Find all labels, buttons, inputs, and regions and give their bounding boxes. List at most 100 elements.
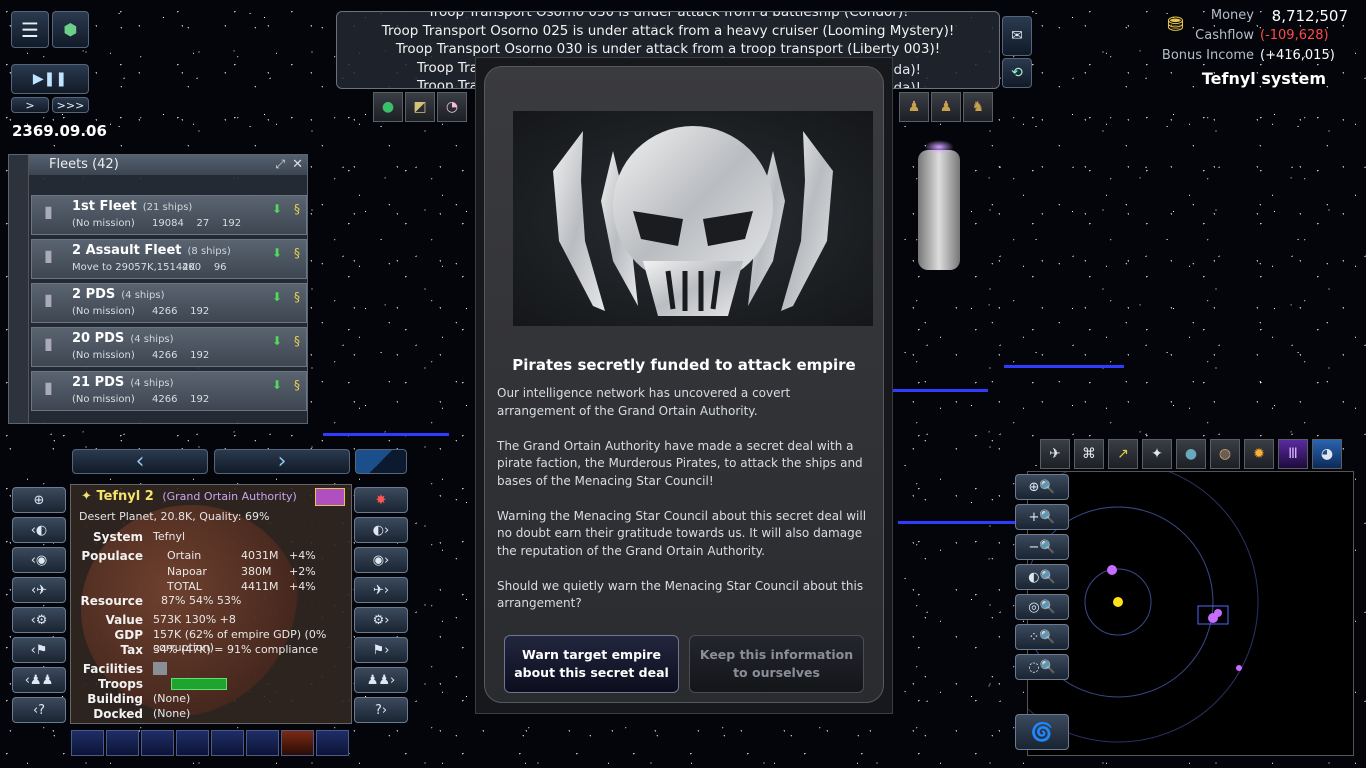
prev-planet-button[interactable]: ‹: [72, 449, 208, 474]
troop-icon[interactable]: ♞: [963, 92, 993, 122]
queue-slot[interactable]: [176, 730, 209, 756]
history-button[interactable]: ⟲: [1002, 58, 1032, 88]
zoom-region-button[interactable]: ⁘🔍: [1015, 624, 1069, 650]
message-icon: ✉: [1011, 28, 1023, 44]
stance-icon[interactable]: §: [294, 378, 300, 392]
select-lock-button[interactable]: ⊕: [12, 487, 66, 513]
fleet-filter-column[interactable]: [9, 155, 29, 423]
queue-slot[interactable]: [246, 730, 279, 756]
planet-info-panel[interactable]: ✦ Tefnyl 2 (Grand Ortain Authority) Dese…: [70, 484, 352, 724]
sector-zoom-icon: ◎🔍: [1028, 599, 1056, 615]
troops-view-button[interactable]: ‹♟♟: [12, 667, 66, 693]
zoom-target-button[interactable]: ✸: [354, 487, 408, 513]
fleet-row[interactable]: ▮ 20 PDS (4 ships) (No mission) 4266 192 …: [31, 327, 307, 367]
dialog-title: Pirates secretly funded to attack empire: [512, 356, 856, 374]
message-line[interactable]: Troop Transport Osorno 025 is under atta…: [337, 22, 999, 41]
arrow-icon[interactable]: ⬇: [272, 290, 282, 304]
pop-count: 380M: [241, 565, 272, 578]
arrow-icon[interactable]: ⬇: [272, 246, 282, 260]
eye-next-button[interactable]: ◉›: [354, 547, 408, 573]
ship-view-button[interactable]: ‹✈: [12, 577, 66, 603]
base-filter-icon[interactable]: ⌘: [1074, 439, 1104, 469]
stance-icon[interactable]: §: [294, 246, 300, 260]
queue-slot[interactable]: [141, 730, 174, 756]
troops-next-button[interactable]: ♟♟›: [354, 667, 408, 693]
zoom-out-button[interactable]: −🔍: [1015, 534, 1069, 560]
warn-empire-button[interactable]: Warn target empire about this secret dea…: [504, 635, 679, 693]
queue-slot[interactable]: [211, 730, 244, 756]
planet-icon[interactable]: ●: [373, 92, 403, 122]
planet-view-button[interactable]: ‹◐: [12, 517, 66, 543]
expand-icon[interactable]: ⤢: [275, 157, 285, 172]
arrow-icon[interactable]: ⬇: [272, 334, 282, 348]
galaxy-icon: 🌀: [1030, 721, 1054, 743]
arrow-icon[interactable]: ⬇: [272, 378, 282, 392]
star-filter-icon[interactable]: ✹: [1244, 439, 1274, 469]
close-icon[interactable]: ✕: [292, 157, 303, 172]
planet-filter-icon[interactable]: ●: [1176, 439, 1206, 469]
docked-value: (None): [153, 707, 191, 720]
arrow-icon[interactable]: ⬇: [272, 202, 282, 216]
troop-icon[interactable]: ♟: [931, 92, 961, 122]
flag-next-button[interactable]: ⚑›: [354, 637, 408, 663]
docked-label: Docked: [93, 707, 143, 721]
stance-icon[interactable]: §: [294, 334, 300, 348]
flag-view-button[interactable]: ‹⚑: [12, 637, 66, 663]
ship-icon: ✈›: [372, 582, 390, 598]
money-label: Money: [1210, 8, 1254, 23]
zoom-sector-button[interactable]: ◎🔍: [1015, 594, 1069, 620]
queue-slot[interactable]: [71, 730, 104, 756]
fleet-row[interactable]: ▮ 2 Assault Fleet (8 ships) Move to 29057…: [31, 239, 307, 279]
engine-glow-icon: [924, 140, 954, 154]
message-line[interactable]: Troop Transport Osorno 030 is under atta…: [337, 40, 999, 59]
fleet-stats: 4266 192: [152, 350, 210, 361]
facility-icon[interactable]: [153, 662, 167, 675]
play-pause-button[interactable]: ▶❚❚: [11, 64, 89, 94]
fleets-panel[interactable]: Fleets (42) ✕ ⤢ ▮ 1st Fleet (21 ships) (N…: [8, 154, 308, 424]
populace-label: Populace: [81, 549, 143, 563]
help-view-button[interactable]: ‹?: [12, 697, 66, 723]
zoom-in-button[interactable]: +🔍: [1015, 504, 1069, 530]
galaxy-filter-icon[interactable]: ◕: [1312, 439, 1342, 469]
planet-next-button[interactable]: ◐›: [354, 517, 408, 543]
fleet-row[interactable]: ▮ 21 PDS (4 ships) (No mission) 4266 192 …: [31, 371, 307, 411]
gas-giant-filter-icon[interactable]: ◍: [1210, 439, 1240, 469]
troop-icon[interactable]: ♟: [899, 92, 929, 122]
stance-icon[interactable]: §: [294, 202, 300, 216]
settings-view-button[interactable]: ‹⚙: [12, 607, 66, 633]
map-toggle-button[interactable]: [355, 449, 407, 474]
eye-view-button[interactable]: ‹◉: [12, 547, 66, 573]
fleet-row[interactable]: ▮ 2 PDS (4 ships) (No mission) 4266 192 ⬇…: [31, 283, 307, 323]
station-filter-icon[interactable]: ✦: [1142, 439, 1172, 469]
pie-chart-icon[interactable]: ◔: [437, 92, 467, 122]
queue-slot[interactable]: [316, 730, 349, 756]
ship-next-button[interactable]: ✈›: [354, 577, 408, 603]
galaxy-map-button[interactable]: 🌀: [1015, 714, 1069, 750]
queue-slot[interactable]: [106, 730, 139, 756]
route-filter-icon[interactable]: ↗: [1108, 439, 1138, 469]
keep-secret-button[interactable]: Keep this information to ourselves: [689, 635, 864, 693]
settings-next-button[interactable]: ⚙›: [354, 607, 408, 633]
help-button[interactable]: ⬢: [52, 11, 89, 48]
menu-button[interactable]: ☰: [11, 11, 49, 48]
speed-fast-button[interactable]: >>>: [52, 97, 89, 113]
help-next-button[interactable]: ?›: [354, 697, 408, 723]
ship-filter-icon[interactable]: ✈: [1040, 439, 1070, 469]
next-planet-button[interactable]: ›: [214, 449, 350, 474]
colony-icon[interactable]: ◩: [405, 92, 435, 122]
system-minimap[interactable]: [1027, 471, 1354, 756]
fleets-title: Fleets (42): [49, 157, 119, 172]
queue-slot[interactable]: [281, 730, 314, 756]
nebula-filter-icon[interactable]: Ⅲ: [1278, 439, 1308, 469]
fleet-ship-count: (8 ships): [187, 246, 231, 257]
fleet-row[interactable]: ▮ 1st Fleet (21 ships) (No mission) 19084…: [31, 195, 307, 235]
message-expand-button[interactable]: ✉: [1002, 16, 1032, 56]
stance-icon[interactable]: §: [294, 290, 300, 304]
troop-strength-bar[interactable]: [171, 678, 227, 690]
facilities-label: Facilities: [82, 662, 143, 676]
zoom-galaxy-button[interactable]: ◌🔍: [1015, 654, 1069, 680]
zoom-system-button[interactable]: ◐🔍: [1015, 564, 1069, 590]
zoom-fit-button[interactable]: ⊕🔍: [1015, 474, 1069, 500]
message-line[interactable]: Troop Transport Osorno 030 is under atta…: [337, 12, 999, 22]
speed-slow-button[interactable]: >: [11, 97, 49, 113]
